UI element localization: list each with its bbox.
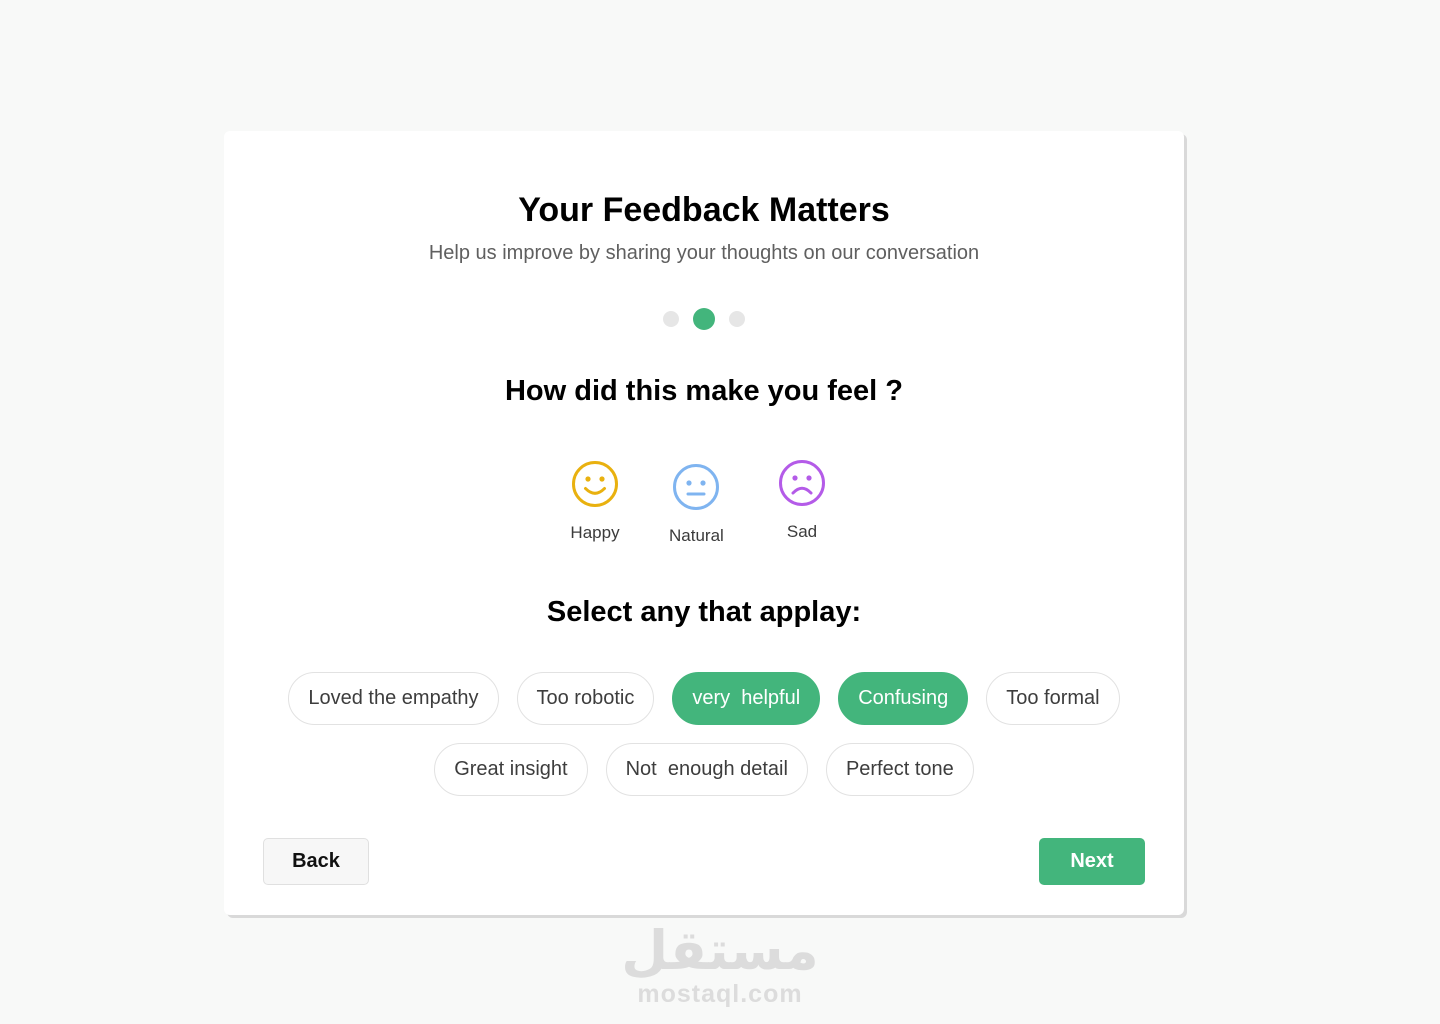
tag-chip-too-robotic[interactable]: Too robotic (516, 672, 655, 725)
frown-icon (779, 460, 825, 506)
tag-chip-perfect-tone[interactable]: Perfect tone (825, 743, 974, 796)
feeling-question: How did this make you feel ? (504, 375, 903, 407)
step-dot-1 (663, 311, 679, 327)
tag-chip-great-insight[interactable]: Great insight (434, 743, 588, 796)
tag-chip-not-enough-detail[interactable]: Not enough detail (605, 743, 808, 796)
tag-chip-row-1: Loved the empathy Too robotic very helpf… (224, 672, 1184, 725)
step-dot-2-active (693, 308, 715, 330)
mood-happy-label: Happy (570, 523, 620, 542)
mood-natural-label: Natural (669, 526, 724, 545)
back-button[interactable]: Back (263, 838, 369, 885)
mood-natural-option[interactable]: Natural (669, 462, 724, 546)
tag-chip-too-formal[interactable]: Too formal (986, 672, 1120, 725)
step-indicator (224, 308, 1184, 330)
tag-chip-loved-empathy[interactable]: Loved the empathy (288, 672, 499, 725)
next-button[interactable]: Next (1039, 838, 1145, 885)
tags-title: Select any that applay: (546, 596, 862, 628)
smile-icon (572, 461, 618, 507)
page-subtitle: Help us improve by sharing your thoughts… (428, 242, 980, 264)
feedback-card: Your Feedback Matters Help us improve by… (224, 131, 1184, 915)
page-title: Your Feedback Matters (518, 191, 890, 229)
watermark-latin-text: mostaql.com (637, 980, 803, 1008)
neutral-face-icon (673, 464, 720, 510)
tag-chip-confusing[interactable]: Confusing (838, 672, 969, 725)
watermark-logo: مستقل mostaql.com (0, 919, 1440, 1009)
mood-sad-option[interactable]: Sad (777, 458, 827, 542)
mood-options: Happy Natural Sad (224, 459, 1184, 559)
mood-happy-option[interactable]: Happy (570, 459, 620, 543)
mood-sad-label: Sad (786, 522, 818, 541)
watermark-arabic-text: مستقل (621, 919, 819, 982)
tag-chip-row-2: Great insight Not enough detail Perfect … (224, 743, 1184, 796)
step-dot-3 (729, 311, 745, 327)
tag-chip-very-helpful[interactable]: very helpful (672, 672, 821, 725)
